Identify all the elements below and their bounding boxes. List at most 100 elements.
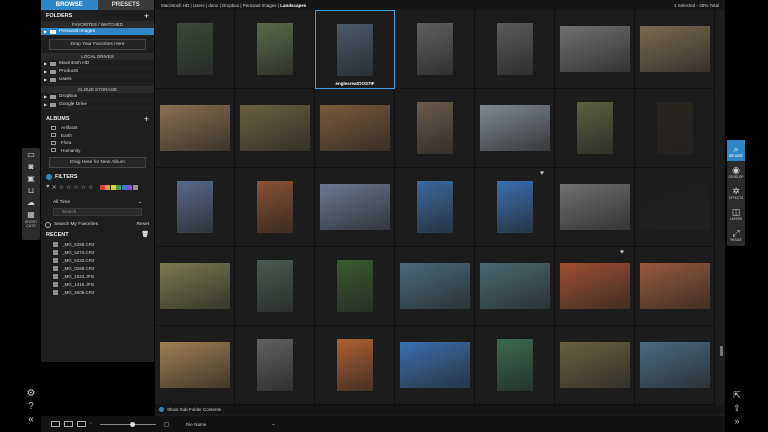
breadcrumb-item[interactable]: Macintosh HD xyxy=(161,3,189,8)
export-icon[interactable]: ⇱ xyxy=(731,390,743,403)
thumbnail-cell[interactable] xyxy=(315,326,395,405)
layers-module-button[interactable]: ◫ LAYERS xyxy=(727,203,745,224)
thumbnail-cell[interactable] xyxy=(235,326,315,405)
grid-icon[interactable]: ▦ xyxy=(22,208,40,220)
color-swatch[interactable] xyxy=(116,184,122,190)
chevron-down-icon[interactable]: ⌄ xyxy=(272,421,276,427)
photo-thumbnail[interactable] xyxy=(496,23,533,75)
thumbnail-cell[interactable] xyxy=(235,89,315,168)
photo-thumbnail[interactable] xyxy=(559,342,630,388)
photo-thumbnail[interactable] xyxy=(416,102,453,154)
photo-thumbnail[interactable] xyxy=(639,26,710,72)
color-swatch[interactable] xyxy=(99,184,105,190)
breadcrumb-item[interactable]: Dropbox xyxy=(222,3,239,8)
heart-icon[interactable]: ♥ xyxy=(540,170,544,177)
thumbnail-cell[interactable] xyxy=(475,89,555,168)
thumbnail-cell[interactable] xyxy=(475,247,555,326)
show-subfolders-checkbox[interactable] xyxy=(159,407,164,412)
photo-thumbnail[interactable] xyxy=(496,339,533,391)
thumbnail-cell[interactable] xyxy=(475,10,555,89)
thumbnail-cell[interactable] xyxy=(475,326,555,405)
star-icon[interactable]: ☆ xyxy=(88,184,93,191)
share-icon[interactable]: ⇪ xyxy=(731,403,743,416)
album-item[interactable]: Flora xyxy=(41,139,154,147)
album-item[interactable]: Earth xyxy=(41,132,154,140)
trash-icon[interactable]: 🗑 xyxy=(141,231,149,238)
recent-item[interactable]: _MG_1623.JPG xyxy=(41,272,154,280)
photo-thumbnail[interactable] xyxy=(256,23,293,75)
breadcrumb-item[interactable]: Personal Images xyxy=(243,3,277,8)
search-favorites-checkbox[interactable] xyxy=(45,221,51,228)
color-swatch[interactable] xyxy=(121,184,127,190)
recent-item[interactable]: _MG_5255.CR2 xyxy=(41,240,154,248)
thumbnail-cell[interactable] xyxy=(635,326,715,405)
local-drive-item[interactable]: ▶ Users xyxy=(41,76,154,84)
thumbnail-cell[interactable] xyxy=(235,168,315,247)
photo-thumbnail[interactable] xyxy=(399,263,470,309)
recent-item[interactable]: _MG_0269.CR2 xyxy=(41,264,154,272)
photo-thumbnail[interactable] xyxy=(159,342,230,388)
tab-presets[interactable]: PRESETS xyxy=(97,0,154,10)
thumbnail-cell[interactable] xyxy=(635,89,715,168)
resize-module-button[interactable]: ⤢ RESIZE xyxy=(727,224,745,245)
add-album-icon[interactable]: + xyxy=(144,114,149,124)
thumbnail-cell[interactable]: englesreatOOS7IF xyxy=(315,10,395,89)
photo-thumbnail[interactable] xyxy=(416,23,453,75)
photo-thumbnail[interactable] xyxy=(256,181,293,233)
reject-filter-icon[interactable]: ✕ xyxy=(52,184,57,191)
list-view-icon[interactable] xyxy=(64,421,73,427)
star-icon[interactable]: ☆ xyxy=(66,184,71,191)
photo-thumbnail[interactable] xyxy=(576,102,613,154)
gear-icon[interactable]: ⚙ xyxy=(24,388,38,401)
album-item[interactable]: Artifacts xyxy=(41,124,154,132)
cloud-icon[interactable]: ☁ xyxy=(22,196,40,208)
reset-button[interactable]: Reset xyxy=(136,222,149,227)
photo-thumbnail[interactable] xyxy=(319,105,390,151)
star-icon[interactable]: ☆ xyxy=(81,184,86,191)
photo-thumbnail[interactable] xyxy=(559,184,630,230)
thumbnail-cell[interactable] xyxy=(395,10,475,89)
cloud-item[interactable]: ▶ Dropbox xyxy=(41,93,154,101)
heart-filter-icon[interactable]: ♥ xyxy=(46,184,50,190)
photo-thumbnail[interactable] xyxy=(176,23,213,75)
thumbnail-cell[interactable] xyxy=(555,89,635,168)
photo-thumbnail[interactable] xyxy=(256,339,293,391)
photo-thumbnail[interactable] xyxy=(399,342,470,388)
thumbnail-cell[interactable] xyxy=(155,247,235,326)
thumbnail-cell[interactable] xyxy=(635,10,715,89)
thumbnail-cell[interactable] xyxy=(315,168,395,247)
photo-thumbnail[interactable] xyxy=(159,263,230,309)
thumbnail-cell[interactable] xyxy=(155,326,235,405)
develop-module-button[interactable]: ◉ DEVELOP xyxy=(727,161,745,182)
slider-knob[interactable] xyxy=(129,421,135,427)
collapse-right-icon[interactable]: » xyxy=(731,416,743,429)
local-drive-item[interactable]: ▶ Products xyxy=(41,68,154,76)
browse-module-button[interactable]: ⌕ BROWSE xyxy=(727,140,745,161)
grid-scrollbar[interactable] xyxy=(720,346,723,356)
color-swatch[interactable] xyxy=(132,184,138,190)
thumbnail-cell[interactable] xyxy=(155,89,235,168)
breadcrumb-item[interactable]: Users xyxy=(193,3,205,8)
photo-thumbnail[interactable] xyxy=(319,184,390,230)
photo-thumbnail[interactable] xyxy=(337,23,373,76)
time-filter[interactable]: All Time ⌄ xyxy=(41,198,154,207)
thumbnail-cell[interactable] xyxy=(635,168,715,247)
photo-thumbnail[interactable] xyxy=(559,26,630,72)
thumbnail-cell[interactable] xyxy=(315,247,395,326)
photo-thumbnail[interactable] xyxy=(496,181,533,233)
help-icon[interactable]: ? xyxy=(24,401,38,414)
photo-thumbnail[interactable] xyxy=(479,263,550,309)
photo-thumbnail[interactable] xyxy=(176,181,213,233)
drop-favorites-zone[interactable]: Drop Your Favorites Here xyxy=(49,39,146,50)
filters-toggle[interactable] xyxy=(46,173,52,180)
zoom-out-icon[interactable]: ▫ xyxy=(90,421,92,427)
recent-item[interactable]: _MG_5233.CR2 xyxy=(41,256,154,264)
star-icon[interactable]: ☆ xyxy=(73,184,78,191)
monitor-icon[interactable]: ▭ xyxy=(22,148,40,160)
recent-item[interactable]: _MG_5274.CR2 xyxy=(41,248,154,256)
thumbnail-cell[interactable] xyxy=(155,10,235,89)
breadcrumb-item[interactable]: dano xyxy=(208,3,218,8)
thumbnail-cell[interactable] xyxy=(555,168,635,247)
tray-icon[interactable]: ⊔ xyxy=(22,184,40,196)
recent-item[interactable]: _MG_4609.CR2 xyxy=(41,288,154,296)
